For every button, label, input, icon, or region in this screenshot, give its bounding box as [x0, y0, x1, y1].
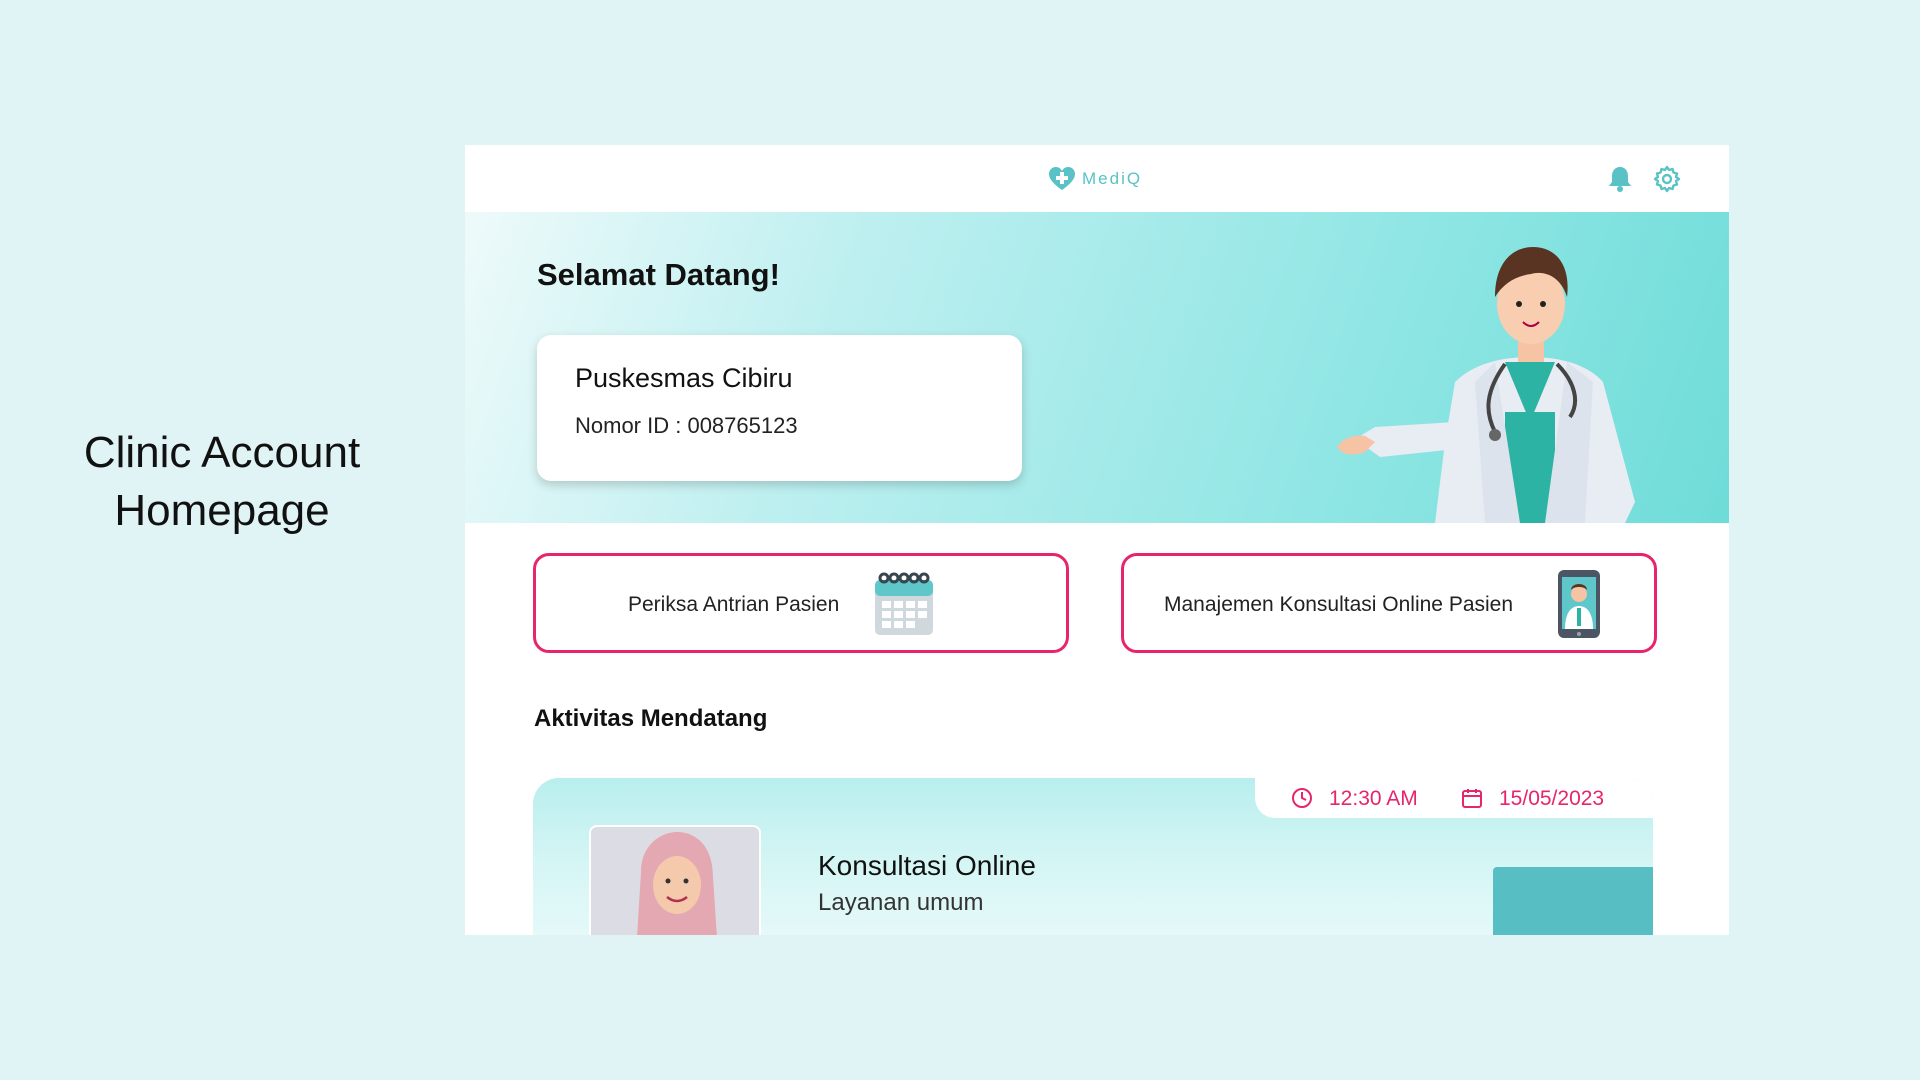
activity-date: 15/05/2023	[1499, 787, 1605, 810]
clinic-name: Puskesmas Cibiru	[575, 363, 793, 393]
caption-line-1: Clinic Account	[83, 428, 361, 477]
check-queue-button[interactable]: Periksa Antrian Pasien	[533, 553, 1069, 653]
online-consultation-label: Manajemen Konsultasi Online Pasien	[1164, 593, 1514, 616]
gear-icon[interactable]	[1653, 165, 1681, 193]
app-window: MediQ Selamat Datang! Puskesmas Cibiru N…	[465, 145, 1729, 935]
caption-line-2: Homepage	[114, 486, 330, 535]
activity-action-button[interactable]	[1493, 867, 1653, 935]
heart-logo-icon	[1049, 167, 1075, 190]
calendar-small-icon	[1462, 789, 1482, 808]
page-caption: Clinic Account Homepage	[40, 424, 404, 540]
top-bar: MediQ	[465, 145, 1729, 212]
online-consultation-button[interactable]: Manajemen Konsultasi Online Pasien	[1121, 553, 1657, 653]
check-queue-label: Periksa Antrian Pasien	[628, 593, 840, 616]
bell-icon[interactable]	[1607, 165, 1633, 193]
doctor-illustration	[1337, 247, 1635, 523]
clinic-info-card: Puskesmas Cibiru Nomor ID : 008765123	[537, 335, 1022, 481]
clinic-id: Nomor ID : 008765123	[575, 413, 798, 438]
upcoming-activity-card[interactable]: 12:30 AM 15/05/2023 Konsultasi Online La…	[533, 778, 1653, 935]
activity-time: 12:30 AM	[1329, 787, 1418, 810]
welcome-banner: Selamat Datang! Puskesmas Cibiru Nomor I…	[465, 212, 1729, 523]
activity-subtitle: Layanan umum	[818, 889, 984, 916]
schedule-tag: 12:30 AM 15/05/2023	[1255, 778, 1653, 818]
welcome-title: Selamat Datang!	[537, 257, 780, 292]
calendar-icon	[875, 572, 933, 635]
clock-icon	[1292, 788, 1312, 808]
phone-doctor-icon	[1558, 570, 1600, 638]
activity-title: Konsultasi Online	[818, 850, 1036, 881]
doctor-photo	[589, 825, 761, 935]
upcoming-activities-title: Aktivitas Mendatang	[534, 705, 768, 732]
app-logo[interactable]: MediQ	[1048, 165, 1142, 193]
logo-text: MediQ	[1082, 169, 1143, 188]
